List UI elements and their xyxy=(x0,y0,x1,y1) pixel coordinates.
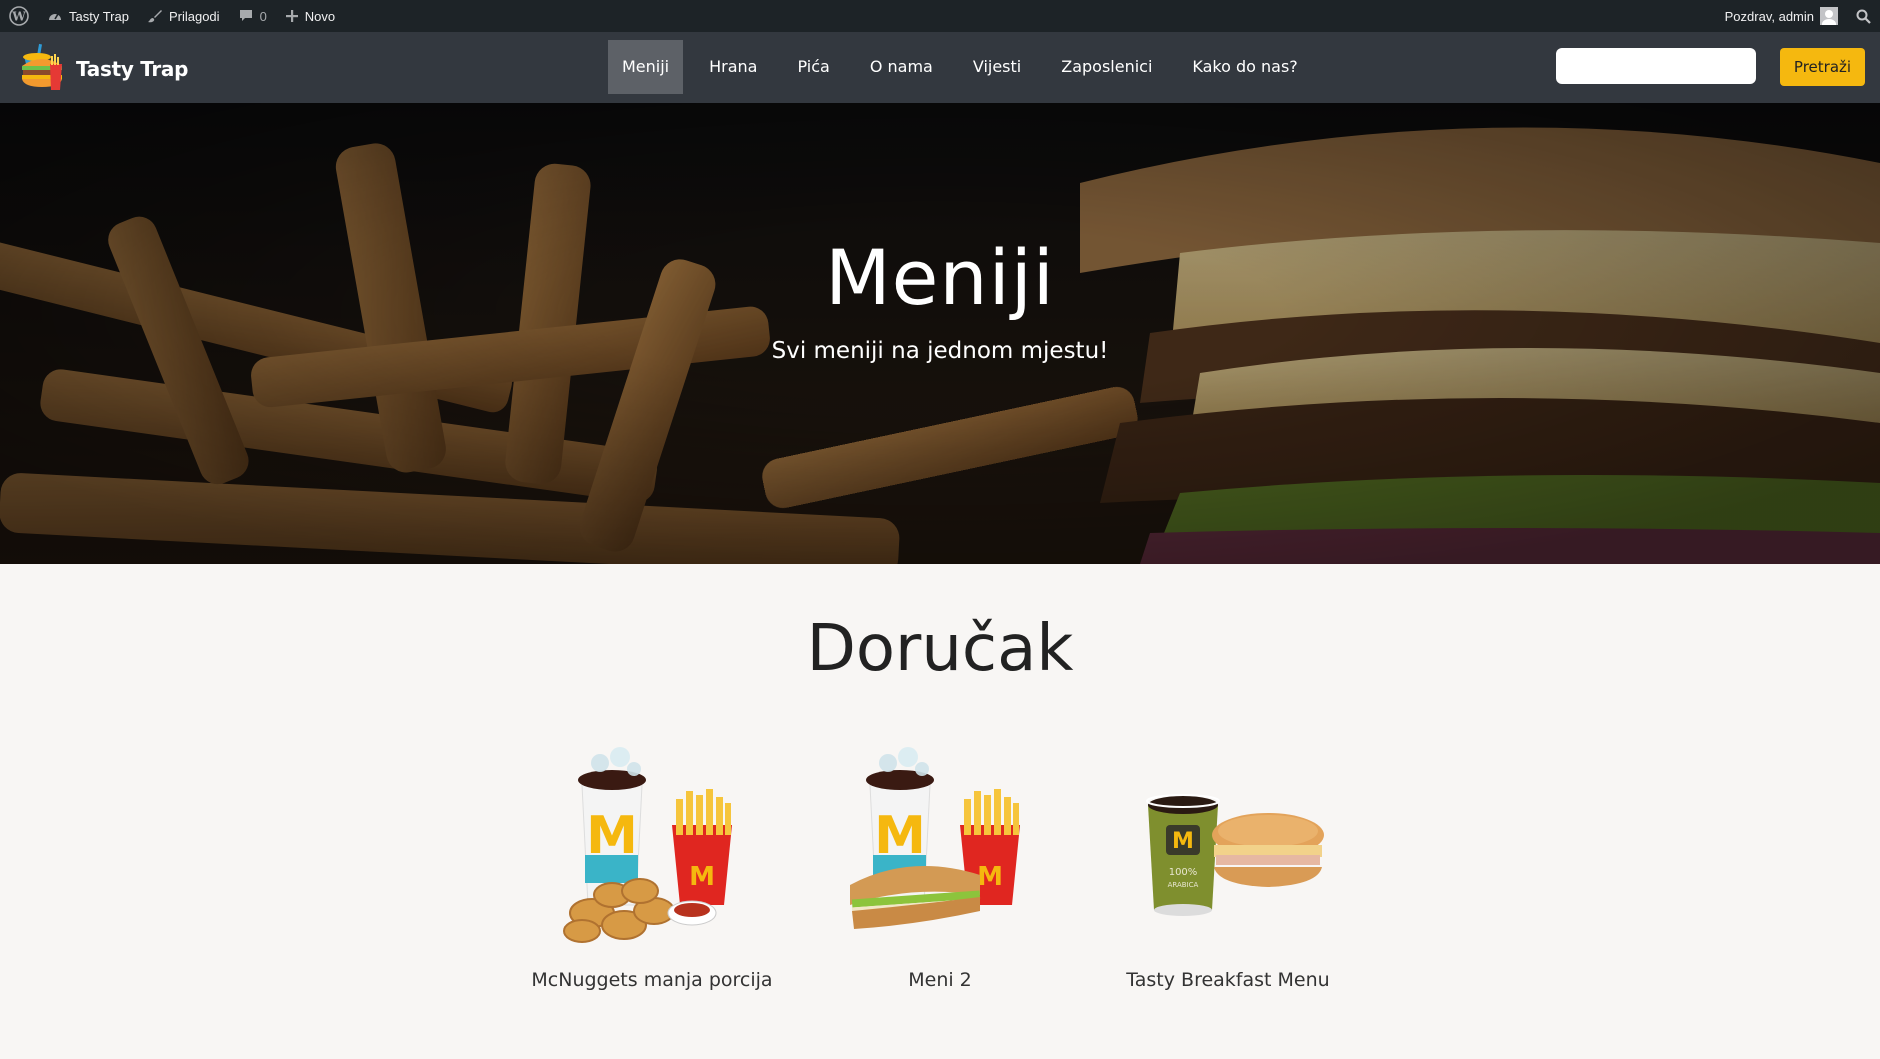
search-input[interactable] xyxy=(1556,48,1756,84)
menu-card-mcnuggets[interactable]: M M McNuggets manja porcija xyxy=(522,735,782,991)
comments-count: 0 xyxy=(259,8,267,24)
nav-item-o-nama[interactable]: O nama xyxy=(856,40,947,94)
menu-card-meni-2[interactable]: M M Meni 2 xyxy=(810,735,1070,991)
account-menu[interactable]: Pozdrav, admin xyxy=(1716,0,1847,32)
menu-card-caption: Meni 2 xyxy=(908,969,972,991)
svg-text:ARABICA: ARABICA xyxy=(1168,881,1199,889)
nav-item-vijesti[interactable]: Vijesti xyxy=(959,40,1035,94)
section-title: Doručak xyxy=(806,612,1074,686)
admin-search-button[interactable] xyxy=(1847,0,1880,32)
new-label: Novo xyxy=(304,8,336,24)
logo-icon xyxy=(20,42,64,96)
avatar xyxy=(1820,7,1838,25)
nav-item-zaposlenici[interactable]: Zaposlenici xyxy=(1047,40,1166,94)
admin-site-name: Tasty Trap xyxy=(69,8,129,24)
site-header: Tasty Trap Meniji Hrana Pića O nama Vije… xyxy=(0,32,1880,103)
brush-icon xyxy=(147,8,163,24)
search-icon xyxy=(1856,9,1871,24)
svg-text:M: M xyxy=(586,806,638,866)
nav-item-pica[interactable]: Pića xyxy=(783,40,843,94)
brand-link[interactable]: Tasty Trap xyxy=(20,42,188,96)
nav-item-hrana[interactable]: Hrana xyxy=(695,40,771,94)
svg-text:M: M xyxy=(689,862,715,892)
menu-card-tasty-breakfast[interactable]: M 100% ARABICA Tasty Breakfast Menu xyxy=(1098,735,1358,991)
hero-title: Meniji xyxy=(825,233,1055,322)
brand-name: Tasty Trap xyxy=(76,57,189,81)
main-nav: Meniji Hrana Pića O nama Vijesti Zaposle… xyxy=(608,40,1324,94)
menu-card-caption: Tasty Breakfast Menu xyxy=(1126,969,1330,991)
menu-card-caption: McNuggets manja porcija xyxy=(531,969,773,991)
hero-banner: Meniji Svi meniji na jednom mjestu! xyxy=(0,103,1880,564)
coffee-muffin-menu-image: M 100% ARABICA xyxy=(1146,794,1324,916)
svg-text:100%: 100% xyxy=(1169,867,1198,878)
comment-icon xyxy=(238,8,254,24)
svg-text:M: M xyxy=(977,862,1003,892)
new-content-link[interactable]: Novo xyxy=(276,0,344,32)
nav-item-kako-do-nas[interactable]: Kako do nas? xyxy=(1178,40,1311,94)
admin-site-link[interactable]: Tasty Trap xyxy=(38,0,138,32)
dashboard-icon xyxy=(47,8,63,24)
nuggets-menu-image: M M xyxy=(563,747,732,943)
customize-label: Prilagodi xyxy=(168,8,220,24)
greeting-text: Pozdrav, admin xyxy=(1724,8,1814,24)
svg-text:M: M xyxy=(1172,829,1194,854)
search-button[interactable]: Pretraži xyxy=(1780,48,1865,86)
admin-bar: W Tasty Trap Prilagodi 0 Novo Pozdrav, a… xyxy=(0,0,1880,32)
svg-text:M: M xyxy=(874,806,926,866)
wordpress-icon: W xyxy=(9,6,29,26)
plus-icon xyxy=(285,9,299,23)
hero-subtitle: Svi meniji na jednom mjestu! xyxy=(771,338,1109,364)
nav-item-meniji[interactable]: Meniji xyxy=(608,40,684,94)
wp-logo-button[interactable]: W xyxy=(0,0,38,32)
comments-link[interactable]: 0 xyxy=(229,0,276,32)
svg-text:W: W xyxy=(11,10,26,24)
sandwich-menu-image: M M xyxy=(850,747,1020,929)
hero-background-image xyxy=(0,103,1880,564)
customize-link[interactable]: Prilagodi xyxy=(138,0,229,32)
